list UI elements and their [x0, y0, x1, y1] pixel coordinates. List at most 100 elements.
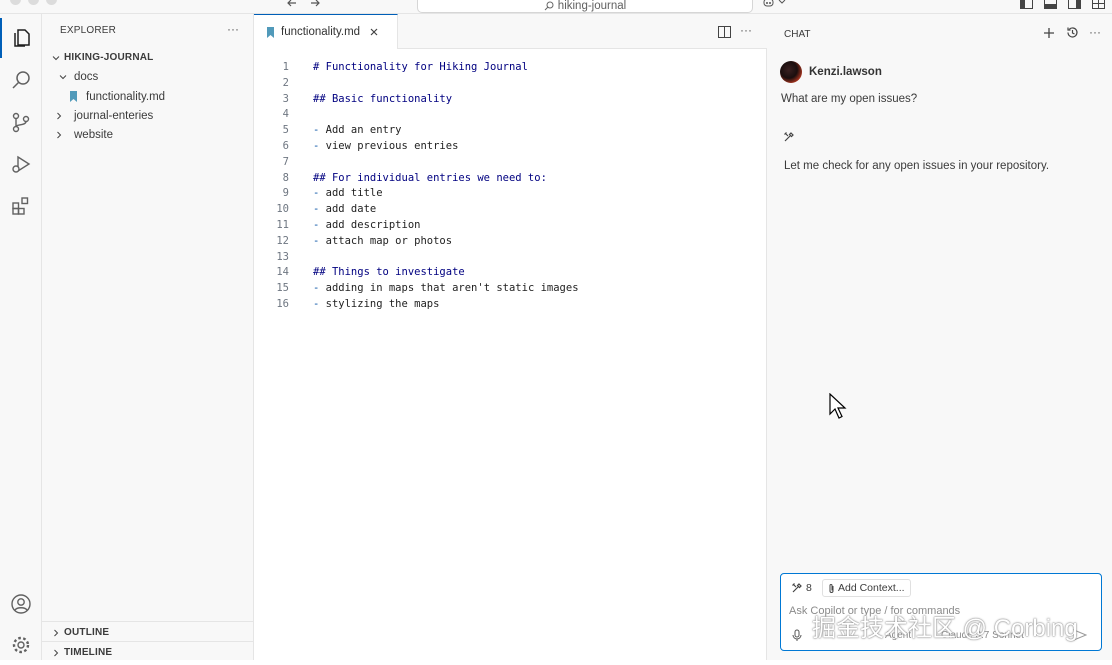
timeline-section-header[interactable]: TIMELINE — [42, 643, 253, 662]
customize-layout-icon[interactable] — [1092, 0, 1105, 9]
toggle-secondary-sidebar-icon[interactable] — [1068, 0, 1081, 9]
outline-section-header[interactable]: OUTLINE — [42, 623, 253, 642]
split-editor-icon[interactable] — [718, 26, 731, 38]
line-number: 12 — [276, 234, 289, 247]
microphone-icon[interactable] — [792, 629, 802, 642]
section-divider — [42, 621, 253, 622]
code-text: add title — [319, 187, 383, 200]
tree-item-label: website — [74, 128, 113, 141]
copilot-icon — [762, 0, 775, 8]
workspace-root-row[interactable]: HIKING-JOURNAL — [42, 48, 253, 67]
code-line[interactable]: - view previous entries — [313, 140, 458, 152]
tools-picker-button[interactable]: 8 — [791, 582, 812, 594]
command-center-search[interactable]: hiking-journal — [417, 0, 753, 13]
code-text: add description — [319, 219, 421, 231]
code-text: view previous entries — [319, 140, 459, 152]
code-text: attach map or photos — [319, 234, 453, 247]
markdown-file-icon — [266, 26, 275, 38]
outline-label: OUTLINE — [64, 627, 110, 638]
tools-count: 8 — [806, 582, 812, 594]
line-number: 7 — [282, 155, 289, 168]
line-number: 5 — [282, 124, 289, 137]
code-line[interactable]: - attach map or photos — [313, 235, 452, 247]
code-line[interactable]: - add title — [313, 187, 383, 199]
tree-item-website[interactable]: website — [42, 125, 253, 144]
line-number: 15 — [276, 282, 289, 295]
back-arrow-icon[interactable] — [286, 0, 298, 9]
explorer-more-button[interactable]: ··· — [227, 22, 239, 36]
line-number: 2 — [282, 76, 289, 89]
chevron-right-icon — [55, 111, 63, 121]
tree-item-journal-enteries[interactable]: journal-enteries — [42, 106, 253, 125]
code-line[interactable]: # Functionality for Hiking Journal — [313, 61, 528, 73]
source-control-icon — [10, 111, 32, 133]
code-line[interactable]: - Add an entry — [313, 124, 402, 136]
chevron-down-icon — [778, 0, 786, 8]
account-icon — [10, 593, 32, 615]
run-debug-activity-button[interactable] — [0, 144, 42, 184]
window-zoom-dot[interactable] — [46, 0, 57, 5]
chevron-down-icon — [55, 72, 71, 82]
title-bar: hiking-journal — [0, 0, 1112, 14]
workspace-root-label: HIKING-JOURNAL — [64, 52, 154, 63]
code-line[interactable]: - stylizing the maps — [313, 298, 439, 310]
chevron-right-icon — [55, 130, 63, 140]
toggle-panel-icon[interactable] — [1044, 0, 1057, 9]
window-close-dot[interactable] — [10, 0, 21, 5]
run-debug-icon — [10, 153, 32, 175]
explorer-sidebar: EXPLORER ··· HIKING-JOURNAL docs functio… — [42, 14, 254, 660]
line-number: 9 — [282, 187, 289, 200]
code-line[interactable]: - add date — [313, 203, 376, 215]
avatar — [780, 61, 802, 83]
search-icon — [10, 69, 32, 91]
add-context-label: Add Context... — [838, 582, 905, 594]
code-line[interactable]: ## For individual entries we need to: — [313, 172, 547, 184]
tree-item-label: journal-enteries — [74, 109, 154, 122]
copilot-menu[interactable] — [762, 0, 786, 8]
chevron-down-icon — [48, 53, 64, 63]
window-minimize-dot[interactable] — [28, 0, 39, 5]
code-text: add date — [319, 203, 377, 216]
code-line[interactable]: - add description — [313, 219, 420, 231]
line-number: 1 — [282, 61, 289, 73]
manage-activity-button[interactable] — [0, 625, 42, 665]
accounts-activity-button[interactable] — [0, 584, 42, 624]
tree-item-functionality-md[interactable]: functionality.md — [42, 87, 253, 106]
close-icon[interactable] — [369, 27, 379, 37]
tools-icon — [783, 131, 795, 143]
tree-item-label: functionality.md — [86, 90, 166, 103]
chat-history-icon[interactable] — [1066, 26, 1079, 39]
files-icon — [11, 27, 33, 49]
toggle-primary-sidebar-icon[interactable] — [1020, 0, 1033, 9]
explorer-activity-button[interactable] — [0, 18, 42, 58]
line-number: 8 — [282, 171, 289, 184]
tree-item-docs[interactable]: docs — [42, 67, 253, 86]
extensions-activity-button[interactable] — [0, 186, 42, 226]
line-number: 3 — [282, 92, 289, 105]
activity-bar — [0, 14, 42, 660]
extensions-icon — [10, 195, 32, 217]
code-line[interactable]: - adding in maps that aren't static imag… — [313, 282, 579, 294]
source-control-activity-button[interactable] — [0, 102, 42, 142]
code-line[interactable]: ## Things to investigate — [313, 266, 465, 278]
tools-icon — [791, 582, 803, 594]
chevron-right-icon — [48, 628, 64, 638]
code-text: stylizing the maps — [319, 298, 440, 310]
code-line[interactable]: ## Basic functionality — [313, 93, 452, 105]
code-text: adding in maps that aren't static images — [319, 282, 579, 295]
editor-more-actions-button[interactable]: ··· — [740, 23, 752, 37]
chat-user-message: What are my open issues? — [781, 93, 918, 105]
forward-arrow-icon[interactable] — [309, 0, 321, 9]
timeline-label: TIMELINE — [64, 647, 113, 658]
new-chat-icon[interactable] — [1043, 27, 1055, 39]
editor-tab-bar: functionality.md ··· — [254, 14, 767, 49]
chat-more-button[interactable]: ··· — [1089, 25, 1101, 39]
editor-area[interactable]: 1 # Functionality for Hiking Journal 2 3 ## … — [254, 49, 767, 660]
tab-label: functionality.md — [281, 26, 361, 38]
gear-icon — [10, 634, 32, 656]
search-activity-button[interactable] — [0, 60, 42, 100]
mouse-cursor-icon — [829, 393, 847, 419]
tab-functionality-md[interactable]: functionality.md — [254, 14, 398, 49]
add-context-button[interactable]: Add Context... — [822, 579, 911, 597]
watermark: 掘金技术社区 @ Corbing — [812, 615, 1078, 642]
